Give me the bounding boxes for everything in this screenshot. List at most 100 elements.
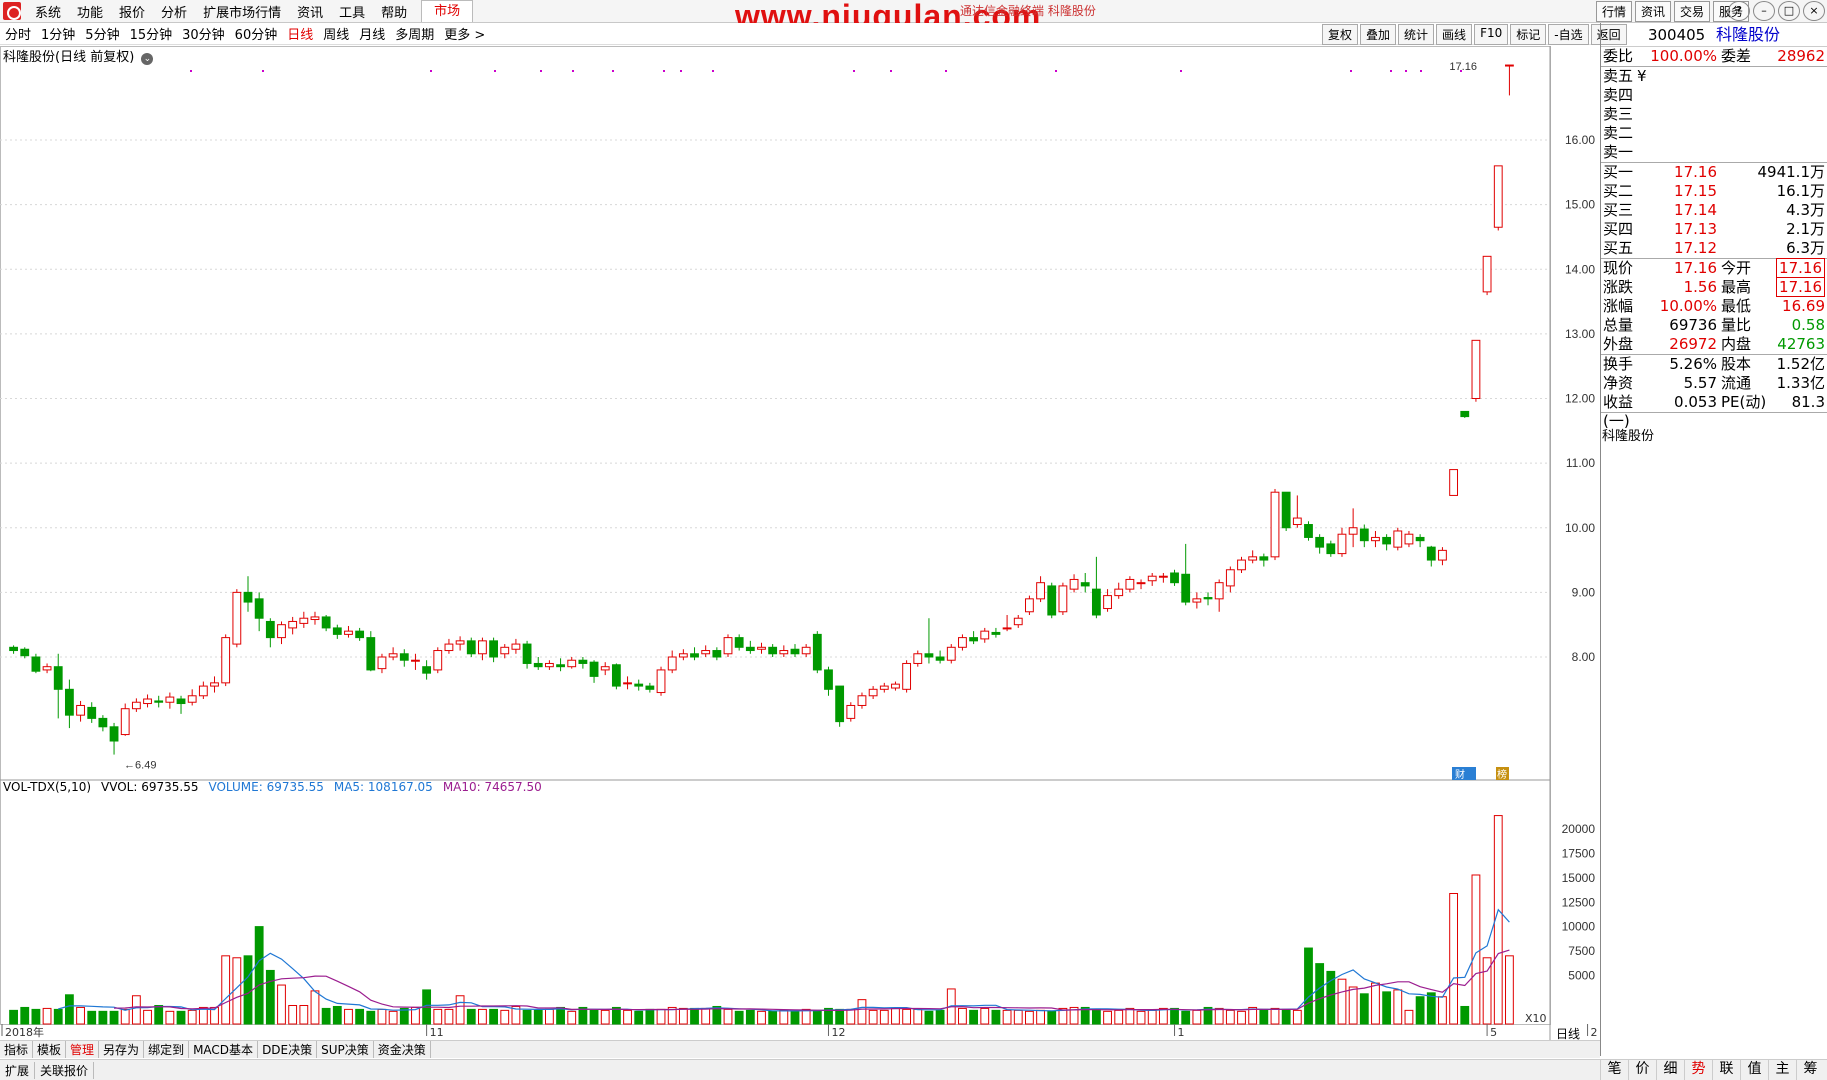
buy-row-4: 买五 17.12 6.3万 [1601,239,1827,258]
volume-bar [935,1009,945,1025]
bottom-tab-0[interactable]: 指标 [0,1041,34,1058]
side-tab-7[interactable]: 筹 [1796,1059,1824,1080]
bottom-tab-1[interactable]: 模板 [33,1041,67,1058]
buy-label: 买二 [1603,182,1634,200]
volume-bar [1225,1009,1235,1025]
candle-body [1404,533,1414,545]
candle-body [556,664,565,668]
volume-bar [254,926,264,1025]
side-tab-6[interactable]: 主 [1768,1059,1796,1080]
volume-bar [734,1010,744,1025]
volume-bar [377,1008,387,1025]
side-tabs: 笔价细势联值主筹 [1600,1059,1824,1080]
stat-row-4-label: 外盘 [1603,335,1634,353]
candle-body [64,688,74,716]
volume-bar [1136,1010,1146,1025]
top-tab-2[interactable]: 交易 [1673,1,1710,22]
candle-body [1382,536,1392,545]
volume-bar [1393,989,1403,1025]
status-tab-1[interactable]: 关联报价 [35,1061,95,1079]
volume-bar [779,1009,789,1025]
volume-bar [243,955,253,1025]
candle-body [265,620,275,639]
candle-body [1259,556,1269,561]
close-icon[interactable]: × [1803,1,1825,21]
volume-bar [1025,1010,1034,1025]
buy-label: 买三 [1603,201,1634,219]
chart-title: 科隆股份(日线 前复权) ⌄ [3,46,154,65]
kline-chart[interactable]: 16.00 15.00 14.00 13.00 12.00 11.00 10.00 9.00 8… [0,0,1600,1040]
candle-body [232,591,242,645]
x-tick-label: 12 [831,1026,845,1039]
volume-bar [678,1007,688,1025]
bottom-tab-5[interactable]: MACD基本 [189,1041,259,1058]
volume-indicator-name[interactable]: VOL-TDX(5,10) [3,780,91,794]
candle-body [1036,582,1045,600]
candle-body [969,637,979,642]
volume-bar [98,1010,108,1025]
candle-body [221,637,231,684]
candle-body [991,631,1001,635]
volume-bar [366,1010,376,1025]
candle-body [913,653,923,664]
candle-body [958,637,967,648]
bottom-tab-4[interactable]: 绑定到 [144,1041,190,1058]
volume-bar [991,1009,1001,1025]
candle-body [835,685,845,723]
candle-body [444,643,454,652]
buy-vol: 2.1万 [1786,220,1825,238]
bottom-tab-7[interactable]: SUP决策 [317,1041,374,1058]
candle-body [712,650,722,658]
stock-header: 300405 科隆股份 [1601,23,1827,47]
side-tab-0[interactable]: 笔 [1600,1059,1628,1080]
side-tab-5[interactable]: 值 [1740,1059,1768,1080]
status-tab-0[interactable]: 扩展 [0,1061,36,1079]
chevron-down-icon[interactable]: ⌄ [141,53,154,65]
stat-row-2-value2-text: 16.69 [1782,297,1825,315]
sell-vol [1637,124,1825,143]
sell-vol [1637,105,1825,124]
buy-price: 17.13 [1674,220,1717,238]
candle-body [790,648,800,655]
volume-bar [455,995,465,1025]
minimize-icon[interactable]: – [1753,1,1775,21]
stat2-row-0-value2: 1.52亿 [1761,355,1825,374]
bottom-tab-8[interactable]: 资金决策 [374,1041,431,1058]
volume-bar [567,1010,577,1025]
event-dot [1460,70,1462,72]
maximize-icon[interactable]: □ [1778,1,1800,21]
candle-body [254,598,264,619]
volume-bar [1091,1008,1101,1025]
stat-row-0-label2: 今开 [1721,259,1752,277]
candle-body [9,646,18,652]
side-tab-1[interactable]: 价 [1628,1059,1656,1080]
volume-bar [980,1007,990,1025]
stat2-row-1: 净资 5.57 流通 1.33亿 [1601,374,1827,393]
top-tab-0[interactable]: 行情 [1595,1,1632,22]
candle-body [544,662,554,668]
bottom-tab-2[interactable]: 管理 [66,1041,100,1058]
side-tab-2[interactable]: 细 [1656,1059,1684,1080]
help-icon[interactable]: ? [1728,1,1750,21]
volume-bar [1002,1009,1012,1025]
stock-name[interactable]: 科隆股份 [1716,25,1780,44]
candle-body [779,650,789,655]
side-tab-4[interactable]: 联 [1712,1059,1740,1080]
volume-bar [1304,947,1313,1025]
candle-body [1337,533,1347,555]
weibi-row: 委比 100.00% 委差 28962 [1601,47,1827,66]
candle-body [198,685,208,697]
top-tab-1[interactable]: 资讯 [1634,1,1671,22]
candle-body [1493,165,1503,228]
volume-bar [1471,874,1481,1025]
volume-bar [1103,1010,1112,1025]
candle-body [310,616,320,621]
bottom-tab-3[interactable]: 另存为 [99,1041,145,1058]
candle-body [355,630,365,639]
volume-bar [120,1008,130,1025]
stat-row-0-value: 17.16 [1674,259,1717,277]
volume-bar [1158,1007,1168,1025]
side-tab-3[interactable]: 势 [1684,1059,1712,1080]
candle-body [667,656,677,671]
bottom-tab-6[interactable]: DDE决策 [258,1041,318,1058]
